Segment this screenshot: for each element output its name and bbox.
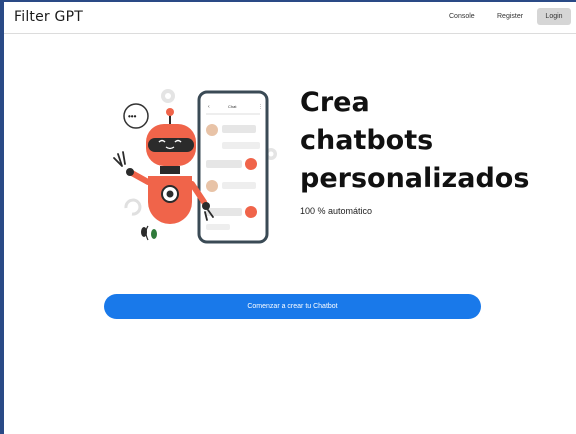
- message-bubble: [206, 160, 242, 168]
- nav-register-link[interactable]: Register: [497, 13, 523, 20]
- svg-text:•••: •••: [128, 112, 137, 121]
- bot-avatar: [245, 158, 257, 170]
- brand-logo[interactable]: Filter GPT: [14, 9, 83, 25]
- message-bubble: [206, 224, 230, 230]
- bot-avatar: [245, 206, 257, 218]
- hero-title: Crea chatbots personalizados: [300, 84, 570, 198]
- message-bubble: [222, 182, 256, 189]
- robot-chatbot-illustration: ‹ Chat ⋮ •••: [113, 89, 277, 244]
- message-bubble: [222, 142, 260, 149]
- login-button[interactable]: Login: [537, 8, 571, 25]
- hero-title-line-2: chatbots: [300, 125, 434, 156]
- chat-header-title: Chat: [228, 104, 237, 109]
- message-bubble: [222, 125, 256, 133]
- top-navbar: Filter GPT Console Register Login: [4, 2, 576, 34]
- user-avatar: [206, 180, 218, 192]
- more-icon: ⋮: [258, 104, 263, 110]
- app-window: Filter GPT Console Register Login ‹ Chat…: [4, 2, 576, 434]
- nav-console-link[interactable]: Console: [449, 13, 475, 20]
- ring-decoration: [124, 198, 142, 216]
- create-chatbot-button[interactable]: Comenzar a crear tu Chatbot: [104, 294, 481, 319]
- speech-bubble-icon: •••: [123, 103, 149, 129]
- hero-title-line-1: Crea: [300, 87, 370, 118]
- plant-decoration: [141, 225, 157, 241]
- hero-subtitle: 100 % automático: [300, 206, 373, 216]
- phone-mockup: ‹ Chat ⋮: [197, 90, 269, 244]
- user-avatar: [206, 124, 218, 136]
- hero-title-line-3: personalizados: [300, 163, 530, 194]
